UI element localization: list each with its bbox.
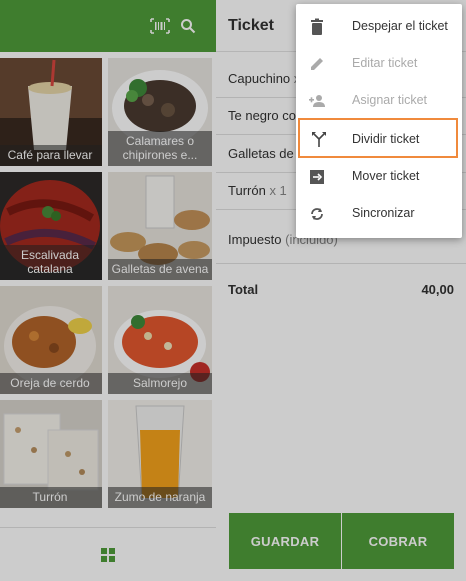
menu-item-label: Dividir ticket — [352, 132, 420, 146]
menu-item-label: Sincronizar — [352, 206, 415, 220]
trash-icon — [311, 18, 323, 35]
menu-item-label: Editar ticket — [352, 56, 418, 70]
split-icon — [312, 132, 326, 147]
menu-item-label: Despejar el ticket — [352, 19, 448, 33]
sync-icon — [311, 208, 323, 220]
menu-item-split-ticket[interactable]: Dividir ticket — [298, 118, 458, 158]
menu-item-edit-ticket[interactable]: Editar ticket — [296, 45, 462, 82]
assign-user-icon — [309, 95, 325, 107]
menu-item-label: Asignar ticket — [352, 93, 428, 107]
move-icon — [310, 170, 324, 184]
menu-item-label: Mover ticket — [352, 169, 420, 183]
menu-item-assign-ticket[interactable]: Asignar ticket — [296, 82, 462, 119]
ticket-options-menu: Despejar el ticket Editar ticket Asignar… — [296, 4, 462, 238]
menu-item-clear-ticket[interactable]: Despejar el ticket — [296, 8, 462, 45]
menu-item-sync[interactable]: Sincronizar — [296, 195, 462, 232]
pencil-icon — [311, 58, 323, 70]
menu-item-move-ticket[interactable]: Mover ticket — [296, 158, 462, 195]
